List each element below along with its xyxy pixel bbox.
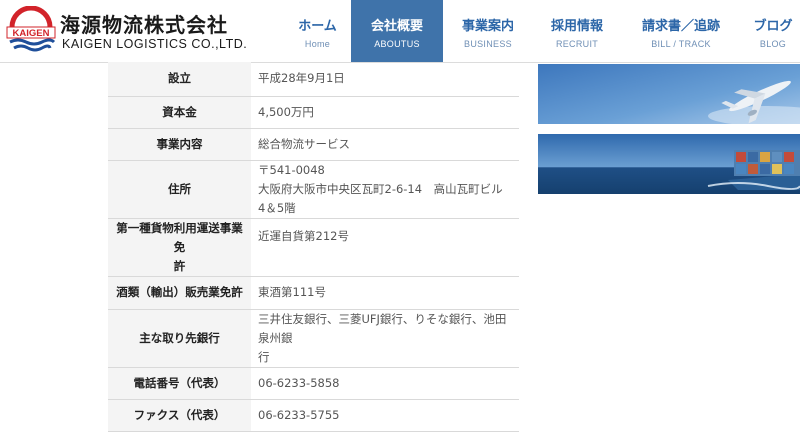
table-row: 事業内容 総合物流サービス <box>108 128 519 161</box>
nav-blog[interactable]: ブログ BLOG <box>746 0 800 62</box>
table-row: 主な取り先銀行 三井住友銀行、三菱UFJ銀行、りそな銀行、池田泉州銀 行 <box>108 309 519 368</box>
row-label-address: 住所 <box>108 160 251 219</box>
nav-about[interactable]: 会社概要 ABOUTUS <box>351 0 443 62</box>
svg-text:KAIGEN: KAIGEN <box>13 28 50 39</box>
banks-line1: 三井住友銀行、三菱UFJ銀行、りそな銀行、池田泉州銀 <box>258 311 507 345</box>
table-row: 電話番号（代表） 06-6233-5858 <box>108 367 519 400</box>
address-street: 大阪府大阪市中央区瓦町2-6-14 高山瓦町ビル4＆5階 <box>258 181 503 215</box>
row-label-liquor-license: 酒類（輸出）販売業免許 <box>108 276 251 310</box>
table-row: 酒類（輸出）販売業免許 東酒第111号 <box>108 276 519 310</box>
main-nav: ホーム Home 会社概要 ABOUTUS 事業案内 BUSINESS 採用情報… <box>280 0 800 62</box>
row-value-banks: 三井住友銀行、三菱UFJ銀行、りそな銀行、池田泉州銀 行 <box>251 309 519 368</box>
table-row: 設立 平成28年9月1日 <box>108 62 519 97</box>
row-label-fax: ファクス（代表） <box>108 399 251 432</box>
row-value-capital: 4,500万円 <box>251 96 519 129</box>
row-label-phone: 電話番号（代表） <box>108 367 251 400</box>
nav-business-sub: BUSINESS <box>464 39 512 49</box>
nav-about-sub: ABOUTUS <box>374 39 420 49</box>
nav-home-sub: Home <box>304 39 331 49</box>
table-row: 資本金 4,500万円 <box>108 96 519 129</box>
airplane-image-icon <box>538 64 800 124</box>
airfreight-banner[interactable] <box>538 64 800 124</box>
row-label-freight-license: 第一種貨物利用運送事業免 許 <box>108 218 251 277</box>
nav-about-label: 会社概要 <box>370 19 423 34</box>
company-name-ja: 海源物流株式会社 <box>60 13 228 37</box>
seafreight-banner[interactable] <box>538 134 800 194</box>
row-label-established: 設立 <box>108 62 251 97</box>
site-header: KAIGEN 海源物流株式会社 KAIGEN LOGISTICS CO.,LTD… <box>0 0 800 63</box>
nav-bill-track-sub: BILL / TRACK <box>651 39 711 49</box>
kaigen-logo-icon: KAIGEN <box>6 6 56 52</box>
table-row: 住所 〒541-0048 大阪府大阪市中央区瓦町2-6-14 高山瓦町ビル4＆5… <box>108 160 519 219</box>
nav-home-label: ホーム <box>298 19 337 34</box>
nav-recruit[interactable]: 採用情報 RECRUIT <box>537 0 617 62</box>
row-value-liquor-license: 東酒第111号 <box>251 276 519 310</box>
row-value-freight-license: 近運自貨第212号 <box>251 218 519 277</box>
banks-line2: 行 <box>258 349 270 364</box>
company-name-en: KAIGEN LOGISTICS CO.,LTD. <box>62 37 248 51</box>
row-label-business: 事業内容 <box>108 128 251 161</box>
row-value-phone: 06-6233-5858 <box>251 367 519 400</box>
nav-blog-sub: BLOG <box>759 39 787 49</box>
nav-bill-track-label: 請求書／追跡 <box>641 19 720 34</box>
row-label-capital: 資本金 <box>108 96 251 129</box>
company-info-table: 設立 平成28年9月1日 資本金 4,500万円 事業内容 総合物流サービス 住… <box>108 62 519 432</box>
freight-license-label-line2: 許 <box>173 258 186 273</box>
company-logo[interactable]: KAIGEN 海源物流株式会社 KAIGEN LOGISTICS CO.,LTD… <box>6 6 266 56</box>
freight-license-label-line1: 第一種貨物利用運送事業免 <box>116 220 243 254</box>
row-value-established: 平成28年9月1日 <box>251 62 519 97</box>
nav-bill-track[interactable]: 請求書／追跡 BILL / TRACK <box>629 0 733 62</box>
row-label-banks: 主な取り先銀行 <box>108 309 251 368</box>
row-value-address: 〒541-0048 大阪府大阪市中央区瓦町2-6-14 高山瓦町ビル4＆5階 <box>251 160 519 219</box>
nav-recruit-label: 採用情報 <box>550 19 603 34</box>
table-row: ファクス（代表） 06-6233-5755 <box>108 399 519 432</box>
nav-blog-label: ブログ <box>753 19 793 34</box>
nav-recruit-sub: RECRUIT <box>555 39 599 49</box>
nav-home[interactable]: ホーム Home <box>280 0 355 62</box>
address-postal-code: 〒541-0048 <box>258 162 325 177</box>
nav-business[interactable]: 事業案内 BUSINESS <box>448 0 528 62</box>
cargo-ship-image-icon <box>538 134 800 194</box>
table-row: 第一種貨物利用運送事業免 許 近運自貨第212号 <box>108 218 519 277</box>
row-value-business: 総合物流サービス <box>251 128 519 161</box>
row-value-fax: 06-6233-5755 <box>251 399 519 432</box>
nav-business-label: 事業案内 <box>461 19 514 34</box>
